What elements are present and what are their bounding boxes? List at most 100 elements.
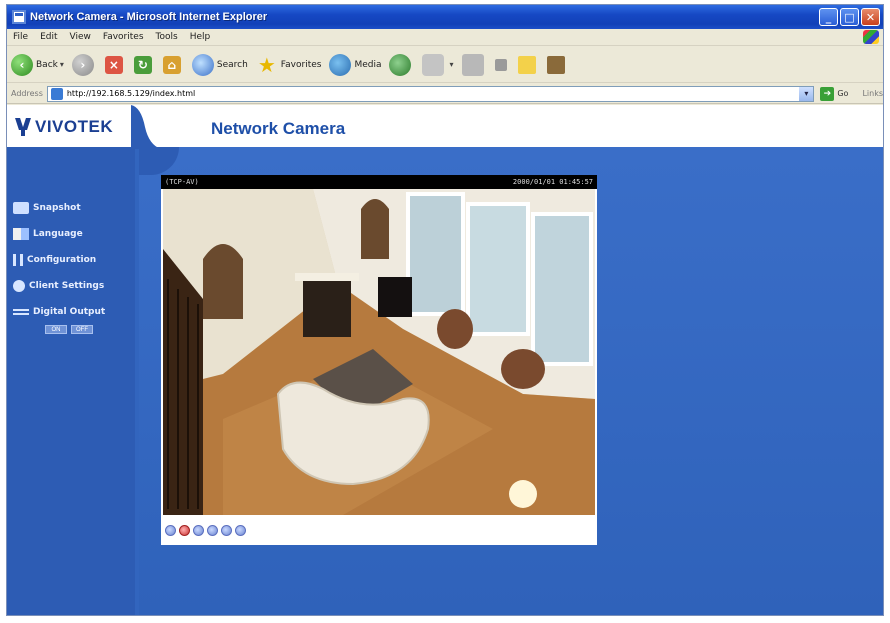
volume-icon[interactable]	[221, 525, 232, 536]
timestamp-label: 2000/01/01 01:45:57	[512, 178, 593, 186]
menu-view[interactable]: View	[64, 32, 97, 42]
menu-file[interactable]: File	[7, 32, 34, 42]
header-divider-curve	[131, 105, 161, 149]
video-controls	[165, 525, 246, 536]
page-header: VIVOTEK Network Camera	[7, 105, 883, 149]
sidebar-item-snapshot[interactable]: Snapshot	[13, 195, 133, 221]
windows-logo-icon	[863, 30, 879, 44]
protocol-label: (TCP-AV)	[165, 178, 199, 186]
sidebar-item-label: Client Settings	[29, 281, 105, 291]
search-icon	[191, 53, 214, 76]
title-bar[interactable]: Network Camera - Microsoft Internet Expl…	[7, 5, 883, 29]
pause-icon[interactable]	[193, 525, 204, 536]
logo-text: VIVOTEK	[35, 117, 114, 136]
notes-icon	[517, 55, 536, 74]
digital-output-buttons: ON OFF	[45, 325, 133, 334]
mail-button[interactable]: ▾	[422, 53, 454, 76]
address-url: http://192.168.5.129/index.html	[66, 89, 196, 98]
forward-button[interactable]: ›	[71, 53, 97, 76]
search-button[interactable]: Search	[191, 53, 248, 76]
toolbar: ‹ Back ▾ › × ↻ ⌂ Search ★ Favorites Medi…	[7, 47, 883, 83]
minimize-button[interactable]: _	[819, 8, 838, 26]
address-input[interactable]: http://192.168.5.129/index.html ▾	[46, 85, 815, 102]
back-arrow-icon: ‹	[11, 53, 33, 76]
back-label: Back	[36, 59, 58, 70]
refresh-icon: ↻	[133, 55, 152, 74]
language-icon	[13, 228, 29, 240]
client-settings-icon	[13, 280, 25, 292]
window-controls: _ □ ✕	[819, 8, 880, 26]
live-video-feed[interactable]	[163, 189, 595, 515]
digital-output-off-button[interactable]: OFF	[71, 325, 93, 334]
favorites-star-icon: ★	[257, 52, 276, 77]
messenger-icon	[546, 55, 565, 74]
page-title: Network Camera	[211, 119, 346, 138]
go-button[interactable]: ➔ Go	[820, 86, 849, 101]
configuration-icon	[13, 254, 23, 266]
sidebar-item-label: Configuration	[27, 255, 97, 265]
address-label: Address	[11, 89, 43, 98]
links-button[interactable]: Links	[862, 89, 883, 98]
history-icon	[389, 53, 412, 76]
menu-help[interactable]: Help	[184, 32, 217, 42]
menu-tools[interactable]: Tools	[150, 32, 184, 42]
sidebar-item-language[interactable]: Language	[13, 221, 133, 247]
stop-icon[interactable]	[207, 525, 218, 536]
home-icon: ⌂	[162, 55, 181, 74]
address-bar: Address http://192.168.5.129/index.html …	[7, 84, 883, 104]
media-icon	[329, 53, 352, 76]
menu-favorites[interactable]: Favorites	[97, 32, 150, 42]
stop-button[interactable]: ×	[104, 55, 126, 74]
print-icon	[461, 53, 484, 76]
digital-output-icon	[13, 309, 29, 315]
edit-icon	[494, 58, 507, 71]
page-icon	[50, 87, 63, 100]
close-button[interactable]: ✕	[861, 8, 880, 26]
video-viewer: (TCP-AV) 2000/01/01 01:45:57	[161, 175, 597, 545]
sidebar-item-configuration[interactable]: Configuration	[13, 247, 133, 273]
media-label: Media	[354, 59, 382, 70]
zoom-icon[interactable]	[165, 525, 176, 536]
stop-icon: ×	[104, 55, 123, 74]
video-info-bar: (TCP-AV) 2000/01/01 01:45:57	[161, 175, 597, 189]
favorites-button[interactable]: ★ Favorites	[256, 52, 322, 77]
camera-icon	[13, 202, 29, 214]
window-title: Network Camera - Microsoft Internet Expl…	[30, 11, 268, 23]
sidebar-item-digital-output[interactable]: Digital Output	[13, 299, 133, 325]
search-label: Search	[216, 59, 248, 70]
sidebar-item-client-settings[interactable]: Client Settings	[13, 273, 133, 299]
vivotek-logo-mark-icon	[16, 118, 32, 136]
room-scene-image	[163, 189, 595, 515]
chevron-down-icon[interactable]: ▾	[60, 60, 64, 69]
microphone-icon[interactable]	[235, 525, 246, 536]
digital-output-on-button[interactable]: ON	[45, 325, 67, 334]
messenger-button[interactable]	[546, 55, 568, 74]
mail-icon	[422, 53, 445, 76]
back-button[interactable]: ‹ Back ▾	[11, 53, 64, 76]
edit-button[interactable]	[494, 58, 510, 71]
menu-bar: File Edit View Favorites Tools Help	[7, 29, 883, 46]
maximize-button[interactable]: □	[840, 8, 859, 26]
address-dropdown-icon[interactable]: ▾	[799, 86, 814, 101]
forward-arrow-icon: ›	[71, 53, 94, 76]
menu-edit[interactable]: Edit	[34, 32, 63, 42]
go-arrow-icon: ➔	[820, 86, 835, 101]
web-page: VIVOTEK Network Camera Snapshot Language…	[7, 105, 883, 615]
internet-explorer-icon	[12, 10, 26, 24]
sidebar-item-label: Snapshot	[33, 203, 81, 213]
home-button[interactable]: ⌂	[162, 55, 184, 74]
record-icon[interactable]	[179, 525, 190, 536]
sidebar-nav: Snapshot Language Configuration Client S…	[13, 195, 133, 334]
go-label: Go	[837, 89, 849, 98]
media-button[interactable]: Media	[329, 53, 382, 76]
sidebar-item-label: Language	[33, 229, 83, 239]
refresh-button[interactable]: ↻	[133, 55, 155, 74]
vivotek-logo: VIVOTEK	[16, 117, 113, 137]
print-button[interactable]	[461, 53, 487, 76]
history-button[interactable]	[389, 53, 414, 76]
sidebar-item-label: Digital Output	[33, 307, 106, 317]
notes-button[interactable]	[517, 55, 539, 74]
browser-window: Network Camera - Microsoft Internet Expl…	[6, 4, 884, 616]
chevron-down-icon[interactable]: ▾	[449, 60, 453, 69]
favorites-label: Favorites	[280, 59, 322, 70]
